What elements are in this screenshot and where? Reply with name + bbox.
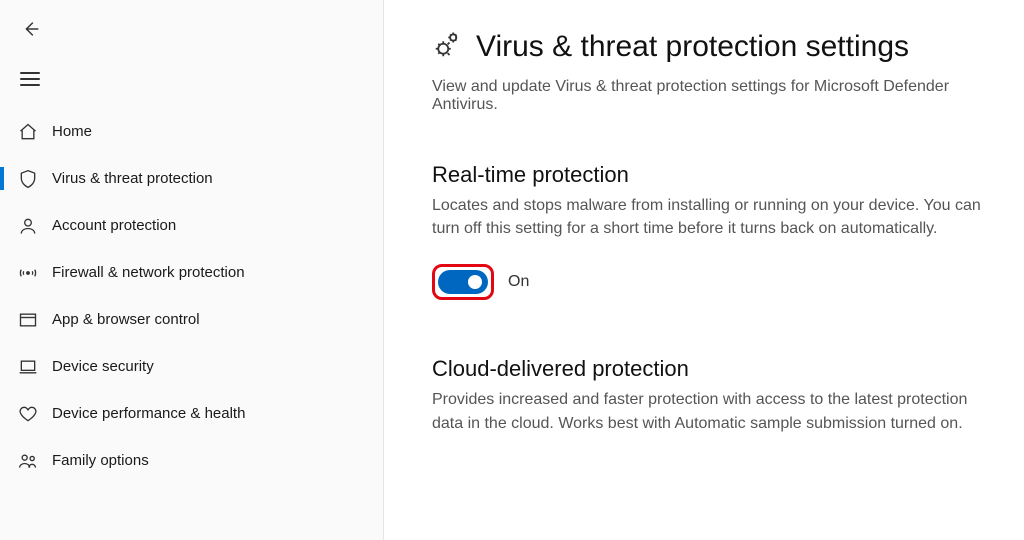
signal-icon xyxy=(14,263,42,283)
nav-item-device-performance[interactable]: Device performance & health xyxy=(0,390,383,437)
nav-label: Account protection xyxy=(52,217,176,234)
nav-label: App & browser control xyxy=(52,311,200,328)
toggle-highlight xyxy=(432,264,494,300)
toggle-knob xyxy=(468,275,482,289)
nav-item-firewall[interactable]: Firewall & network protection xyxy=(0,249,383,296)
nav-label: Device security xyxy=(52,358,154,375)
shield-icon xyxy=(14,169,42,189)
laptop-icon xyxy=(14,357,42,377)
nav-item-app-browser[interactable]: App & browser control xyxy=(0,296,383,343)
home-icon xyxy=(14,122,42,142)
back-button[interactable] xyxy=(20,18,42,40)
nav-item-virus-threat[interactable]: Virus & threat protection xyxy=(0,155,383,202)
cloud-heading: Cloud-delivered protection xyxy=(432,356,1008,382)
family-icon xyxy=(14,451,42,471)
window-icon xyxy=(14,310,42,330)
realtime-toggle[interactable] xyxy=(438,270,488,294)
page-title: Virus & threat protection settings xyxy=(476,30,909,64)
nav-item-home[interactable]: Home xyxy=(0,108,383,155)
page-subtitle: View and update Virus & threat protectio… xyxy=(432,78,972,114)
nav-item-account-protection[interactable]: Account protection xyxy=(0,202,383,249)
menu-button[interactable] xyxy=(0,54,383,108)
gears-icon xyxy=(432,30,462,60)
cloud-description: Provides increased and faster protection… xyxy=(432,388,992,434)
main-content: Virus & threat protection settings View … xyxy=(384,0,1024,540)
nav-list: Home Virus & threat protection Account p… xyxy=(0,108,383,540)
realtime-heading: Real-time protection xyxy=(432,162,1008,188)
person-icon xyxy=(14,216,42,236)
nav-label: Virus & threat protection xyxy=(52,170,213,187)
nav-label: Home xyxy=(52,123,92,140)
sidebar: Home Virus & threat protection Account p… xyxy=(0,0,384,540)
nav-item-device-security[interactable]: Device security xyxy=(0,343,383,390)
nav-label: Firewall & network protection xyxy=(52,264,245,281)
nav-label: Device performance & health xyxy=(52,405,245,422)
realtime-toggle-label: On xyxy=(508,273,529,291)
hamburger-icon xyxy=(20,72,40,86)
realtime-description: Locates and stops malware from installin… xyxy=(432,194,992,240)
heart-icon xyxy=(14,404,42,424)
nav-label: Family options xyxy=(52,452,149,469)
nav-item-family-options[interactable]: Family options xyxy=(0,437,383,484)
